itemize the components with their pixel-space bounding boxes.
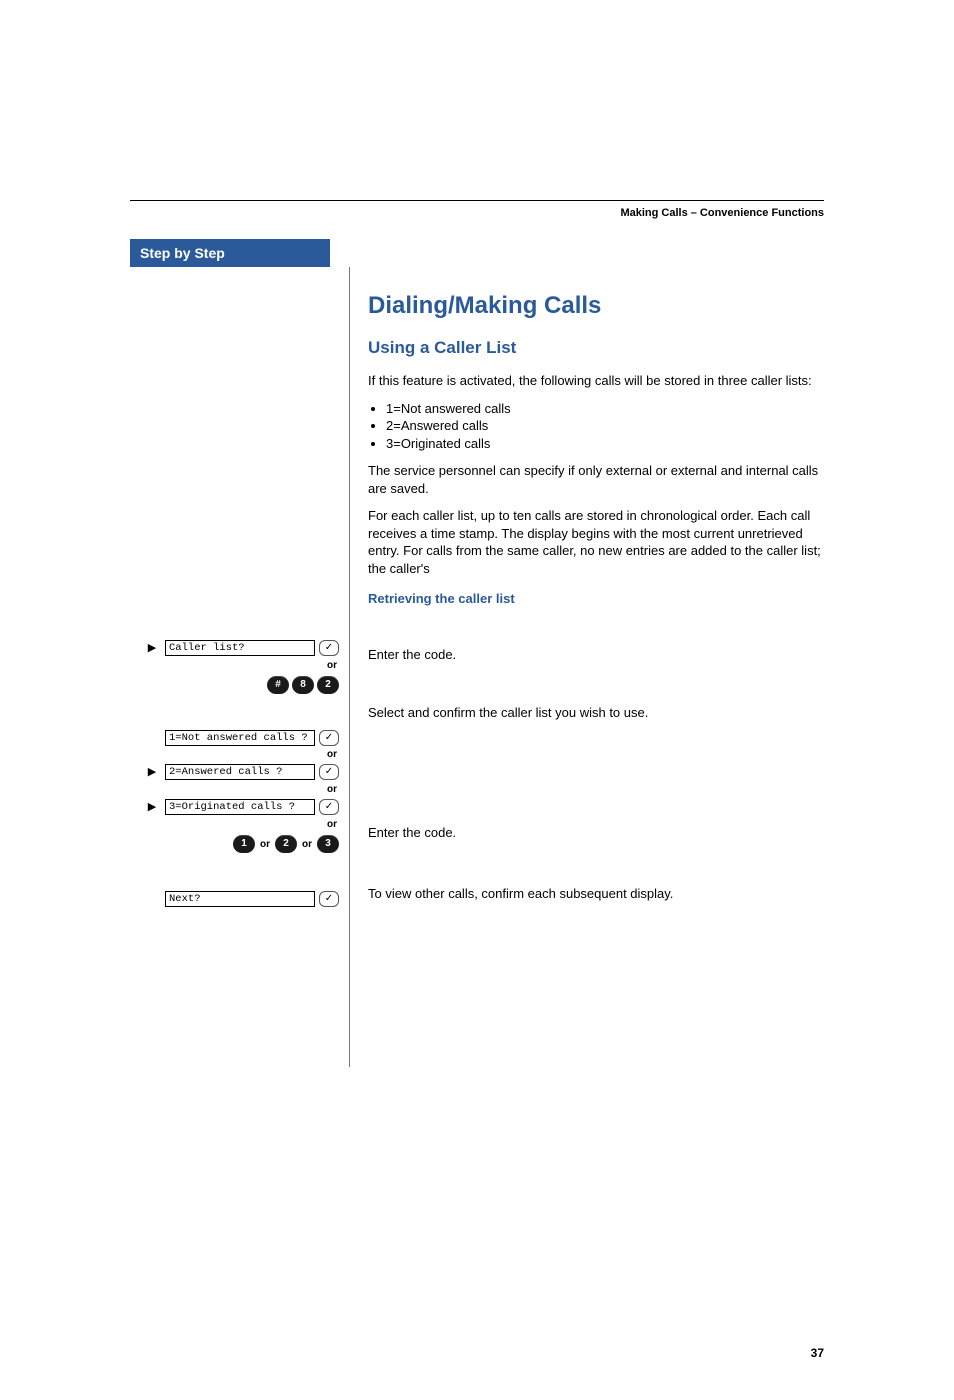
enter-code-text-2: Enter the code. (368, 824, 824, 842)
keypad-code-row: # 8 2 (130, 676, 339, 694)
display-caller-list: Caller list? (165, 640, 315, 656)
storage-text: For each caller list, up to ten calls ar… (368, 507, 824, 577)
key-2b: 2 (275, 835, 297, 853)
page-title: Dialing/Making Calls (368, 292, 824, 320)
step-answered: ▶ 2=Answered calls ? ✓ (130, 763, 339, 781)
page-number: 37 (811, 1346, 824, 1360)
keypad-select-row: 1 or 2 or 3 (130, 835, 339, 853)
display-answered: 2=Answered calls ? (165, 764, 315, 780)
bullet-1: 1=Not answered calls (386, 400, 824, 418)
step-caller-list: ▶ Caller list? ✓ (130, 639, 339, 657)
scroll-right-icon: ▶ (143, 798, 161, 816)
select-confirm-text: Select and confirm the caller list you w… (368, 704, 824, 722)
key-2: 2 (317, 676, 339, 694)
confirm-icon: ✓ (319, 891, 339, 907)
intro-text: If this feature is activated, the follow… (368, 372, 824, 390)
key-hash: # (267, 676, 289, 694)
step-next: Next? ✓ (130, 891, 339, 907)
scroll-right-icon: ▶ (143, 639, 161, 657)
confirm-icon: ✓ (319, 730, 339, 746)
or-label: or (130, 748, 339, 763)
or-label: or (130, 659, 339, 674)
step-not-answered: 1=Not answered calls ? ✓ (130, 730, 339, 746)
section-title: Using a Caller List (368, 338, 824, 358)
confirm-icon: ✓ (319, 799, 339, 815)
or-label: or (130, 818, 339, 833)
display-originated: 3=Originated calls ? (165, 799, 315, 815)
retrieve-heading: Retrieving the caller list (368, 591, 824, 606)
scroll-right-icon: ▶ (143, 763, 161, 781)
bullet-2: 2=Answered calls (386, 417, 824, 435)
header-breadcrumb: Making Calls – Convenience Functions (130, 207, 824, 219)
bullet-3: 3=Originated calls (386, 435, 824, 453)
step-column: ▶ Caller list? ✓ or # 8 2 1=Not answered… (130, 267, 350, 1067)
key-1: 1 (233, 835, 255, 853)
caller-list-bullets: 1=Not answered calls 2=Answered calls 3=… (368, 400, 824, 453)
key-3: 3 (317, 835, 339, 853)
sidebar-title: Step by Step (130, 239, 330, 267)
step-originated: ▶ 3=Originated calls ? ✓ (130, 798, 339, 816)
to-view-text: To view other calls, confirm each subseq… (368, 885, 824, 903)
display-not-answered: 1=Not answered calls ? (165, 730, 315, 746)
or-inline: or (258, 839, 272, 850)
or-inline: or (300, 839, 314, 850)
enter-code-text-1: Enter the code. (368, 646, 824, 664)
confirm-icon: ✓ (319, 764, 339, 780)
confirm-icon: ✓ (319, 640, 339, 656)
key-8: 8 (292, 676, 314, 694)
display-next: Next? (165, 891, 315, 907)
content-column: Dialing/Making Calls Using a Caller List… (350, 267, 824, 1067)
service-text: The service personnel can specify if onl… (368, 462, 824, 497)
or-label: or (130, 783, 339, 798)
